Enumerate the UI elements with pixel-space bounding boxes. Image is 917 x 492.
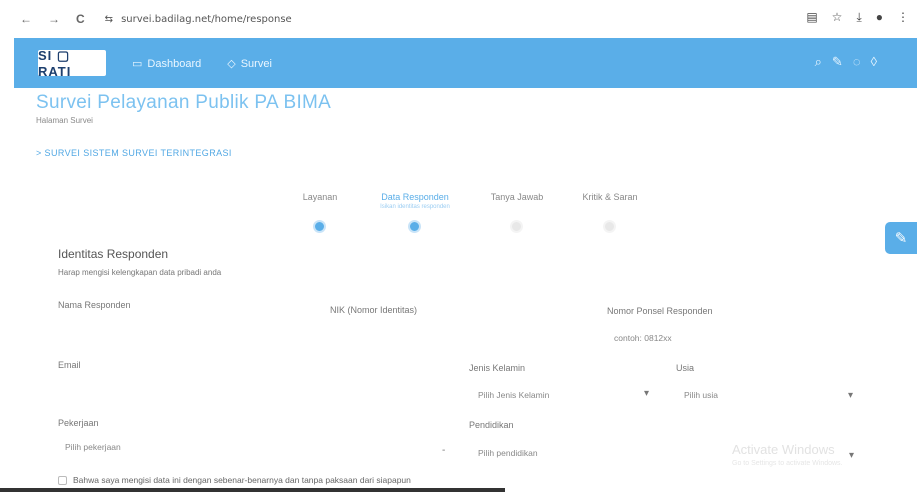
hp-label: Nomor Ponsel Responden <box>607 306 713 316</box>
edit-icon[interactable]: ✎ <box>832 54 843 70</box>
agreement-checkbox[interactable] <box>58 475 67 485</box>
menu-item-survei[interactable]: ◇ Survei <box>227 57 272 70</box>
chevron-down-icon[interactable]: ▾ <box>848 390 853 401</box>
step-dot <box>408 220 421 233</box>
chevron-down-icon[interactable]: ▾ <box>849 450 854 461</box>
translate-icon[interactable]: ▤ <box>806 10 817 25</box>
pendidikan-select[interactable]: Pilih pendidikan <box>478 448 538 458</box>
chevron-down-icon[interactable]: ▾ <box>644 388 649 399</box>
survey-icon: ◇ <box>227 57 236 70</box>
step-data-responden[interactable]: Data Responden Isikan identitas responde… <box>365 192 465 233</box>
browser-nav: ← → C <box>20 12 85 26</box>
chevron-down-icon[interactable]: - <box>442 445 445 456</box>
taskbar-edge <box>0 488 505 492</box>
nik-label: NIK (Nomor Identitas) <box>330 305 418 315</box>
menu-item-dashboard[interactable]: ▭ Dashboard <box>132 57 201 70</box>
step-label: Tanya Jawab <box>490 192 544 202</box>
step-layanan[interactable]: Layanan <box>270 192 370 233</box>
breadcrumb[interactable]: > SURVEI SISTEM SURVEI TERINTEGRASI <box>36 148 232 158</box>
browser-actions: ▤ ☆ ⤓ ● ⋮ <box>806 10 909 25</box>
menu-item-label: Survei <box>240 57 272 70</box>
more-icon[interactable]: ⋮ <box>897 10 909 25</box>
step-tanya-jawab[interactable]: Tanya Jawab <box>467 192 567 233</box>
back-icon[interactable]: ← <box>20 12 32 26</box>
page-title: Survei Pelayanan Publik PA BIMA <box>36 92 332 113</box>
agreement-row[interactable]: Bahwa saya mengisi data ini dengan seben… <box>58 475 411 485</box>
browser-toolbar: ← → C ⇆ survei.badilag.net/home/response… <box>0 0 917 38</box>
hp-input[interactable]: contoh: 0812xx <box>614 333 672 343</box>
step-dot <box>510 220 523 233</box>
step-sublabel <box>467 204 567 212</box>
download-icon[interactable]: ⤓ <box>856 10 861 25</box>
nama-label: Nama Responden <box>58 300 131 310</box>
email-label: Email <box>58 360 81 370</box>
pendidikan-label: Pendidikan <box>469 420 514 430</box>
forward-icon[interactable]: → <box>48 12 60 26</box>
page-subtitle: Halaman Survei <box>36 116 93 125</box>
jenis-kelamin-select[interactable]: Pilih Jenis Kelamin <box>478 390 549 400</box>
section-description: Harap mengisi kelengkapan data pribadi a… <box>58 268 222 277</box>
section-title: Identitas Responden <box>58 247 169 261</box>
search-icon[interactable]: ⌕ <box>815 54 822 70</box>
monitor-icon: ▭ <box>132 57 143 70</box>
pekerjaan-select[interactable]: Pilih pekerjaan <box>65 442 121 452</box>
menu-item-label: Dashboard <box>147 57 202 70</box>
url-text[interactable]: survei.badilag.net/home/response <box>121 14 292 25</box>
address-bar[interactable]: ⇆ survei.badilag.net/home/response <box>105 14 292 25</box>
pekerjaan-label: Pekerjaan <box>58 418 99 428</box>
step-sublabel <box>560 204 660 212</box>
step-sublabel: Isikan identitas responden <box>380 204 450 210</box>
nik-input[interactable] <box>330 320 570 336</box>
survey-stepper: Layanan Data Responden Isikan identitas … <box>270 192 660 242</box>
activate-windows-hint: Go to Settings to activate Windows. <box>732 460 843 467</box>
jenis-kelamin-label: Jenis Kelamin <box>469 363 526 373</box>
main-menu: ▭ Dashboard ◇ Survei <box>132 57 272 70</box>
app-header: SI ▢ RATI ▭ Dashboard ◇ Survei ⌕ ✎ ◌ ◊ <box>14 38 917 88</box>
email-input[interactable] <box>58 376 428 392</box>
usia-select[interactable]: Pilih usia <box>684 390 718 400</box>
activate-windows-watermark: Activate Windows <box>732 442 835 457</box>
bell-icon[interactable]: ◊ <box>871 54 877 70</box>
profile-icon[interactable]: ● <box>876 10 883 25</box>
reload-icon[interactable]: C <box>76 12 85 26</box>
step-label: Kritik & Saran <box>582 192 638 202</box>
step-label: Layanan <box>302 192 338 202</box>
step-sublabel <box>270 204 370 212</box>
step-dot <box>313 220 326 233</box>
site-settings-icon[interactable]: ⇆ <box>105 14 113 25</box>
step-dot <box>603 220 616 233</box>
agreement-label: Bahwa saya mengisi data ini dengan seben… <box>73 475 411 485</box>
app-logo[interactable]: SI ▢ RATI <box>38 48 106 79</box>
step-kritik-saran[interactable]: Kritik & Saran <box>560 192 660 233</box>
star-icon[interactable]: ☆ <box>832 10 843 25</box>
header-actions: ⌕ ✎ ◌ ◊ <box>815 54 877 70</box>
paint-bucket-icon[interactable]: ✎ <box>885 222 917 254</box>
nama-input[interactable] <box>58 318 288 334</box>
step-label: Data Responden <box>381 192 449 202</box>
help-icon[interactable]: ◌ <box>853 54 861 70</box>
usia-label: Usia <box>676 363 695 373</box>
